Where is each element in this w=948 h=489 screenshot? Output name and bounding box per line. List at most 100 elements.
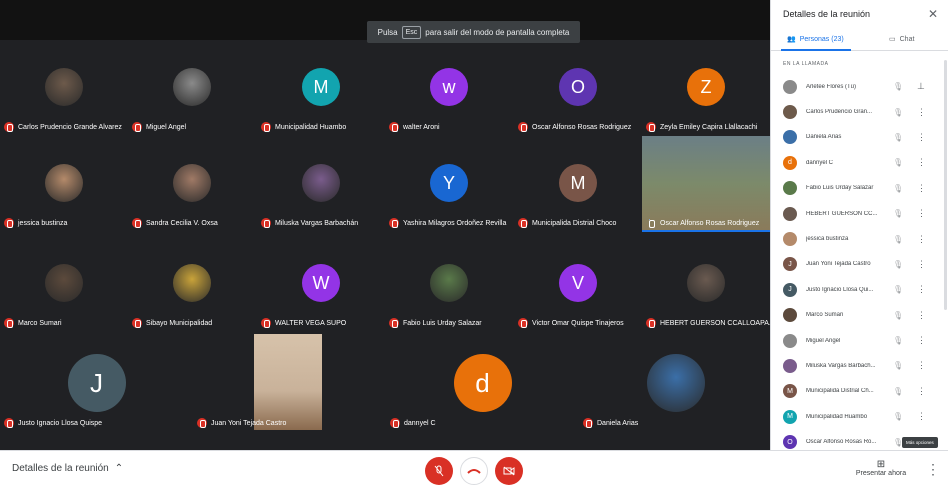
more-options-icon[interactable]: ⋮ [917, 157, 926, 168]
participant-avatar [430, 264, 468, 302]
panel-scrollbar[interactable] [944, 60, 947, 310]
leave-call-button[interactable] [460, 457, 488, 485]
participant-tile[interactable]: Daniela Arias [579, 334, 772, 432]
participant-tile[interactable]: J Justo Ignacio Llosa Quispe [0, 334, 193, 432]
list-item[interactable]: J Justo Ignacio Llosa Qui... 🎙 ⋮ [771, 277, 948, 302]
participant-name: Marco Sumari [4, 318, 62, 328]
participant-tile[interactable]: Fabio Luis Urday Salazar [385, 236, 513, 332]
more-options-icon[interactable]: ⋮ [917, 208, 926, 219]
participant-tile[interactable]: Sibayo Municipalidad [128, 236, 256, 332]
list-item[interactable]: HEBERT GUERSON CC... 🎙 ⋮ [771, 201, 948, 226]
participant-tile[interactable]: Y Yashira Milagros Ordoñez Revilla [385, 136, 513, 232]
list-item[interactable]: Arletee Flores (Tú) 🎙 ⊥ [771, 74, 948, 99]
mic-off-icon[interactable]: 🎙 [893, 361, 903, 370]
mic-off-icon[interactable]: 🎙 [893, 82, 903, 91]
mic-off-icon [390, 418, 400, 428]
participant-tile[interactable]: ⋮ Oscar Alfonso Rosas Rodriguez [642, 136, 770, 232]
mic-off-icon[interactable]: 🎙 [893, 311, 903, 320]
mic-off-icon[interactable]: 🎙 [893, 285, 903, 294]
participant-name: Sibayo Municipalidad [132, 318, 212, 328]
list-item[interactable]: Miguel Angel 🎙 ⋮ [771, 328, 948, 353]
more-options-icon[interactable]: ⋮ [917, 335, 926, 346]
mic-off-icon[interactable]: 🎙 [893, 133, 903, 142]
more-options-icon[interactable]: ⋮ [917, 183, 926, 194]
mic-off-icon[interactable]: 🎙 [893, 235, 903, 244]
participant-avatar [646, 354, 705, 412]
participant-name-text: Marco Sumari [18, 319, 62, 327]
mic-off-icon[interactable]: 🎙 [893, 108, 903, 117]
meeting-details-label: Detalles de la reunión [12, 463, 109, 474]
participant-tile[interactable]: Miluska Vargas Barbachán [257, 136, 385, 232]
more-options-icon[interactable]: ⋮ [917, 234, 926, 245]
list-item[interactable]: Marco Sumari 🎙 ⋮ [771, 303, 948, 328]
mic-off-icon[interactable]: 🎙 [893, 336, 903, 345]
participant-tile[interactable]: HEBERT GUERSON CCALLOAPA... [642, 236, 770, 332]
participant-tile[interactable]: V Victor Omar Quispe Tinajeros [514, 236, 642, 332]
participant-name: Daniela Arias [583, 418, 638, 428]
mic-off-icon [646, 318, 656, 328]
participant-tile[interactable]: M Municipalida Distrial Choco [514, 136, 642, 232]
mic-off-icon [4, 318, 14, 328]
more-options-icon[interactable]: ⋮ [917, 310, 926, 321]
list-item[interactable]: Carlos Prudencio Gran... 🎙 ⋮ [771, 99, 948, 124]
mic-off-icon[interactable]: 🎙 [893, 184, 903, 193]
participant-tile[interactable]: d dannyel C [386, 334, 579, 432]
participant-tile[interactable]: Sandra Cecilia V. Oxsa [128, 136, 256, 232]
list-item[interactable]: jessica bustinza 🎙 ⋮ [771, 226, 948, 251]
panel-title: Detalles de la reunión [783, 9, 871, 19]
participant-name-text: Sibayo Municipalidad [146, 319, 213, 327]
participant-tile[interactable]: Carlos Prudencio Grande Alvarez [0, 40, 128, 136]
participant-tile[interactable]: Miguel Angel [128, 40, 256, 136]
person-name: HEBERT GUERSON CC... [806, 210, 878, 217]
participant-avatar [173, 264, 211, 302]
participant-name: Miguel Angel [132, 122, 186, 132]
list-item[interactable]: Fabio Luis Urday Salazar 🎙 ⋮ [771, 176, 948, 201]
close-icon[interactable]: ✕ [928, 7, 938, 21]
participant-tile[interactable]: Marco Sumari [0, 236, 128, 332]
mic-off-icon[interactable]: 🎙 [893, 387, 903, 396]
list-item[interactable]: Miluska Vargas Barbach... 🎙 ⋮ [771, 353, 948, 378]
more-options-icon[interactable]: ⋮ [917, 411, 926, 422]
tab-people-label: Personas (23) [799, 35, 844, 43]
participant-tile[interactable]: Juan Yoni Tejada Castro [193, 334, 386, 432]
list-item[interactable]: Daniela Arias 🎙 ⋮ [771, 125, 948, 150]
present-label: Presentar ahora [855, 470, 907, 477]
mic-off-icon[interactable]: 🎙 [893, 260, 903, 269]
mic-off-icon[interactable]: 🎙 [893, 158, 903, 167]
avatar: M [783, 384, 797, 399]
more-options-icon[interactable]: ⋮ [917, 284, 926, 295]
camera-toggle-button[interactable] [495, 457, 523, 485]
tab-chat[interactable]: ▭ Chat [889, 35, 914, 44]
list-item[interactable]: M Municipalida Distrial Ch... 🎙 ⋮ [771, 379, 948, 404]
participant-tile[interactable]: w walter Aroni [385, 40, 513, 136]
participant-tile[interactable]: jessica bustinza [0, 136, 128, 232]
participant-tile[interactable]: Z Zeyla Emiley Capira Llallacachi [642, 40, 770, 136]
more-options-icon[interactable]: ⋮ [917, 259, 926, 270]
participant-name-text: Carlos Prudencio Grande Alvarez [18, 123, 122, 131]
participant-tile[interactable]: O Oscar Alfonso Rosas Rodriguez [514, 40, 642, 136]
participant-name: Fabio Luis Urday Salazar [389, 318, 482, 328]
list-item[interactable]: J Juan Yoni Tejada Castro 🎙 ⋮ [771, 252, 948, 277]
participant-tile[interactable]: W WALTER VEGA SUPO [257, 236, 385, 332]
person-name: jessica bustinza [806, 236, 849, 243]
mic-off-icon[interactable]: 🎙 [893, 412, 903, 421]
camera-off-icon [503, 466, 515, 476]
participant-name-text: Zeyla Emiley Capira Llallacachi [660, 123, 758, 131]
pin-icon[interactable]: ⊥ [917, 81, 925, 92]
mic-off-icon[interactable]: 🎙 [893, 209, 903, 218]
participant-name-text: Justo Ignacio Llosa Quispe [18, 419, 103, 427]
participant-tile[interactable]: M Municipalidad Huambo [257, 40, 385, 136]
list-item[interactable]: d dannyel C 🎙 ⋮ [771, 150, 948, 175]
more-options-icon[interactable]: ⋮ [917, 360, 926, 371]
mic-toggle-button[interactable] [425, 457, 453, 485]
meeting-details-button[interactable]: Detalles de la reunión ⌃ [12, 463, 123, 474]
present-now-button[interactable]: ⊞ Presentar ahora [852, 459, 910, 477]
more-options-icon[interactable]: ⋮ [917, 107, 926, 118]
more-options-icon[interactable]: ⋮ [917, 386, 926, 397]
tab-people[interactable]: 👥 Personas (23) [787, 35, 844, 44]
more-options-icon[interactable]: ⋮ [926, 461, 940, 478]
list-item[interactable]: M Municipalidad Huambo 🎙 ⋮ [771, 404, 948, 429]
person-name: Juan Yoni Tejada Castro [806, 261, 871, 268]
participant-name-text: dannyel C [404, 419, 436, 427]
more-options-icon[interactable]: ⋮ [917, 132, 926, 143]
